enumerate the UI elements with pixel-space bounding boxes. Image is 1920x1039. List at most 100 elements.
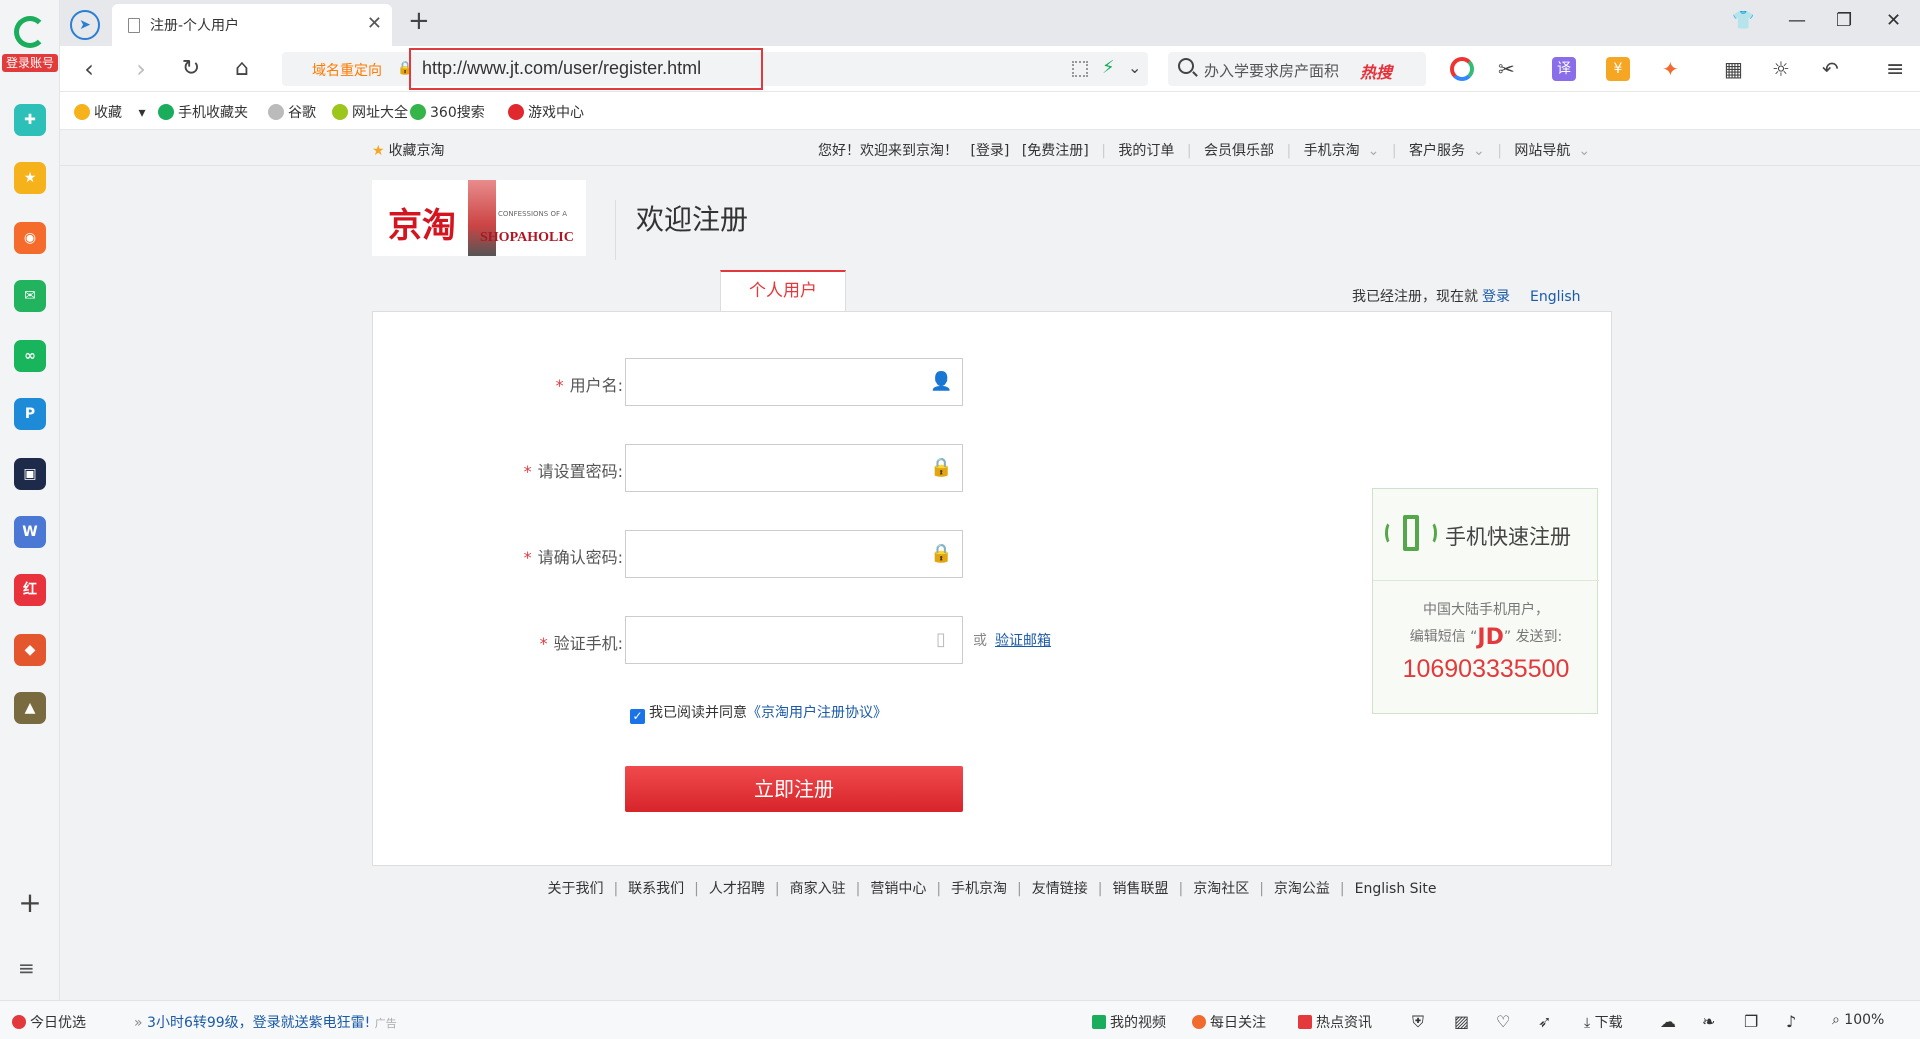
- free-register-link[interactable]: [免费注册]: [1022, 143, 1089, 159]
- agree-checkbox[interactable]: ✓: [630, 709, 645, 724]
- minimize-icon[interactable]: —: [1788, 10, 1806, 31]
- footer-link[interactable]: 人才招聘: [709, 881, 765, 897]
- register-button[interactable]: 立即注册: [625, 766, 963, 812]
- bookmark-item[interactable]: 收藏 ▾: [74, 102, 145, 122]
- close-window-icon[interactable]: ✕: [1886, 10, 1901, 31]
- footer-link[interactable]: 联系我们: [628, 881, 684, 897]
- pubg-app-icon[interactable]: ▲: [14, 692, 46, 724]
- address-bar[interactable]: 域名重定向 🔒 http://www.jt.com/user/register.…: [282, 48, 1148, 90]
- confirm-password-input[interactable]: 🔒: [625, 530, 963, 578]
- mail-app-icon[interactable]: ✉: [14, 280, 46, 312]
- caret-down-icon[interactable]: ▾: [134, 105, 145, 121]
- qr-code-icon[interactable]: [1072, 61, 1088, 77]
- window-icon[interactable]: ❐: [1744, 1012, 1758, 1031]
- chevron-down-icon[interactable]: ⌄: [1128, 58, 1141, 77]
- close-tab-icon[interactable]: ✕: [367, 13, 382, 34]
- brightness-icon[interactable]: ☼: [1772, 57, 1796, 81]
- footer-link[interactable]: 销售联盟: [1112, 881, 1168, 897]
- today-picks[interactable]: 今日优选: [12, 1012, 86, 1032]
- skin-shirt-icon[interactable]: 👕: [1732, 10, 1754, 31]
- image-icon[interactable]: ▨: [1454, 1012, 1469, 1031]
- play-icon: [1092, 1015, 1106, 1029]
- game-app-icon[interactable]: ◆: [14, 634, 46, 666]
- back-icon[interactable]: ‹: [74, 54, 104, 84]
- login-account-button[interactable]: 登录账号: [2, 54, 58, 72]
- my-video[interactable]: 我的视频: [1092, 1012, 1166, 1032]
- favorite-site-link[interactable]: ★ 收藏京淘: [372, 140, 445, 160]
- speed-mode-icon[interactable]: ⚡: [1102, 57, 1115, 78]
- scissors-icon[interactable]: ✂: [1498, 57, 1522, 81]
- promo-text[interactable]: » 3小时6转99级，登录就送紫电狂雷! 广告: [134, 1012, 397, 1032]
- new-tab-icon[interactable]: +: [408, 6, 430, 36]
- bookmark-item[interactable]: 手机收藏夹: [158, 102, 248, 122]
- login-now-link[interactable]: 登录: [1482, 289, 1510, 305]
- download-button[interactable]: ⤓ 下载: [1584, 1012, 1623, 1032]
- footer-link[interactable]: 友情链接: [1032, 881, 1088, 897]
- bookmark-item[interactable]: 谷歌: [268, 102, 316, 122]
- verify-email-link[interactable]: 验证邮箱: [995, 630, 1051, 650]
- nav-my-orders[interactable]: 我的订单: [1118, 143, 1174, 159]
- game-icon[interactable]: ✦: [1662, 57, 1686, 81]
- health-app-icon[interactable]: ✚: [14, 104, 46, 136]
- nav-site-navigation[interactable]: 网站导航: [1514, 143, 1570, 159]
- url-text[interactable]: http://www.jt.com/user/register.html: [422, 58, 701, 79]
- reload-icon[interactable]: ↻: [176, 54, 206, 84]
- weibo-app-icon[interactable]: ◉: [14, 222, 46, 254]
- agreement-link[interactable]: 《京淘用户注册协议》: [747, 705, 887, 721]
- main-menu-icon[interactable]: ≡: [1886, 57, 1910, 82]
- word-doc-app-icon[interactable]: W: [14, 516, 46, 548]
- nav-mobile-jt[interactable]: 手机京淘: [1304, 143, 1360, 159]
- username-input[interactable]: 👤: [625, 358, 963, 406]
- health-heart-icon[interactable]: ♡: [1496, 1012, 1510, 1031]
- footer-link[interactable]: English Site: [1355, 881, 1437, 897]
- hot-search-label[interactable]: 热搜: [1360, 59, 1392, 83]
- leaf-icon[interactable]: ❧: [1702, 1012, 1715, 1031]
- xiaohongshu-app-icon[interactable]: 红: [14, 574, 46, 606]
- cloud-app-icon[interactable]: ∞: [14, 340, 46, 372]
- bookmark-item[interactable]: 网址大全: [332, 102, 408, 122]
- chrome-ext-icon[interactable]: [1450, 57, 1474, 81]
- search-query[interactable]: 办入学要求房产面积: [1204, 60, 1339, 81]
- sound-icon[interactable]: ♪: [1786, 1012, 1796, 1031]
- money-icon[interactable]: ¥: [1606, 57, 1630, 81]
- search-box[interactable]: 办入学要求房产面积 热搜: [1168, 52, 1426, 86]
- footer-link[interactable]: 京淘公益: [1274, 881, 1330, 897]
- add-app-icon[interactable]: +: [16, 889, 44, 918]
- footer-link[interactable]: 商家入驻: [790, 881, 846, 897]
- home-icon[interactable]: ⌂: [227, 54, 257, 84]
- nav-member-club[interactable]: 会员俱乐部: [1204, 143, 1274, 159]
- news-app-icon[interactable]: ▣: [14, 458, 46, 490]
- bookmark-item[interactable]: 游戏中心: [508, 102, 584, 122]
- english-link[interactable]: English: [1530, 289, 1581, 305]
- translate-icon[interactable]: 译: [1552, 57, 1576, 81]
- zoom-level[interactable]: ⌕ 100%: [1832, 1012, 1884, 1028]
- logo-text: 京淘: [388, 206, 456, 246]
- navigation-arrow-icon[interactable]: ➤: [70, 10, 100, 40]
- browser-tab[interactable]: 注册-个人用户 ✕: [112, 4, 392, 46]
- p-app-icon[interactable]: P: [14, 398, 46, 430]
- nav-customer-service[interactable]: 客户服务: [1409, 143, 1465, 159]
- daily-focus[interactable]: 每日关注: [1192, 1012, 1266, 1032]
- grid-apps-icon[interactable]: ▦: [1724, 57, 1748, 81]
- shield-icon[interactable]: ⛨: [1412, 1012, 1424, 1032]
- tab-personal-user[interactable]: 个人用户: [720, 270, 846, 312]
- login-link[interactable]: [登录]: [970, 143, 1009, 159]
- footer-link[interactable]: 手机京淘: [951, 881, 1007, 897]
- footer-link[interactable]: 关于我们: [547, 881, 603, 897]
- hot-news[interactable]: 热点资讯: [1298, 1012, 1372, 1032]
- undo-icon[interactable]: ↶: [1822, 57, 1846, 81]
- password-input[interactable]: 🔒: [625, 444, 963, 492]
- phone-input[interactable]: ▯: [625, 616, 963, 664]
- sidebar-menu-icon[interactable]: ≡: [18, 958, 42, 978]
- restore-icon[interactable]: ❐: [1836, 10, 1852, 31]
- cloud-icon[interactable]: ☁: [1660, 1012, 1676, 1031]
- browser-logo[interactable]: 登录账号: [0, 14, 60, 74]
- star-bookmark-app-icon[interactable]: ★: [14, 162, 46, 194]
- forward-icon[interactable]: ›: [126, 54, 156, 84]
- footer-link[interactable]: 营销中心: [870, 881, 926, 897]
- bookmark-item[interactable]: 360搜索: [410, 102, 485, 122]
- footer-link[interactable]: 京淘社区: [1193, 881, 1249, 897]
- nav-separator: |: [1391, 143, 1397, 159]
- rocket-icon[interactable]: ➶: [1538, 1012, 1551, 1031]
- site-logo[interactable]: 京淘 CONFESSIONS OF A SHOPAHOLIC: [372, 180, 586, 256]
